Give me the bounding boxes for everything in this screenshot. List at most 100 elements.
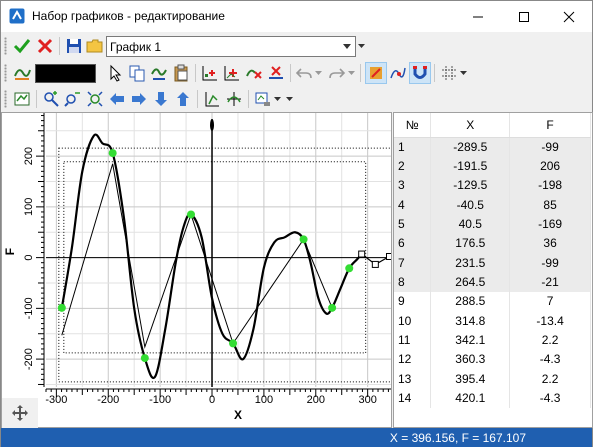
- table-row[interactable]: 14 420.1 -4.3: [394, 388, 591, 408]
- magnet-toggle-button[interactable]: [409, 62, 431, 84]
- toolbar-grip[interactable]: [4, 37, 7, 55]
- table-cell[interactable]: 4: [394, 195, 432, 215]
- pan-up-button[interactable]: [172, 88, 194, 110]
- cut-button[interactable]: [148, 62, 170, 84]
- table-cell[interactable]: 264.5: [430, 272, 511, 292]
- table-cell[interactable]: 12: [394, 349, 432, 370]
- table-cell[interactable]: 395.4: [430, 369, 511, 389]
- zoom-window-button[interactable]: [84, 88, 106, 110]
- table-cell[interactable]: 314.8: [430, 311, 511, 331]
- grid-settings-button[interactable]: [438, 62, 460, 84]
- save-button[interactable]: [63, 35, 85, 57]
- pan-down-button[interactable]: [150, 88, 172, 110]
- table-cell[interactable]: 85: [509, 195, 591, 215]
- view-settings-button[interactable]: [252, 88, 274, 110]
- paste-button[interactable]: [170, 62, 192, 84]
- open-button[interactable]: [84, 35, 106, 57]
- undo-dropdown-icon[interactable]: [315, 71, 322, 76]
- table-cell[interactable]: -21: [509, 272, 591, 292]
- table-cell[interactable]: -4.3: [509, 388, 591, 408]
- table-row[interactable]: 13 395.4 2.2: [394, 369, 591, 389]
- table-row[interactable]: 9 288.5 7: [394, 291, 591, 312]
- table-cell[interactable]: 342.1: [430, 330, 511, 350]
- table-cell[interactable]: 11: [394, 330, 432, 350]
- table-row[interactable]: 1 -289.5 -99: [394, 137, 591, 157]
- table-cell[interactable]: 13: [394, 369, 432, 389]
- table-row[interactable]: 4 -40.5 85: [394, 195, 591, 215]
- chart-panel[interactable]: 200 100 0 -100 -200 F -300 -200 -100 0 100 200 300 X: [1, 112, 434, 428]
- table-cell[interactable]: -289.5: [430, 137, 511, 157]
- table-row[interactable]: 5 40.5 -169: [394, 214, 591, 234]
- toolbar-overflow-icon[interactable]: [358, 44, 365, 49]
- table-cell[interactable]: 2.2: [509, 330, 591, 350]
- table-row[interactable]: 11 342.1 2.2: [394, 330, 591, 350]
- table-cell[interactable]: -169: [509, 214, 591, 234]
- table-cell[interactable]: 9: [394, 291, 432, 312]
- table-cell[interactable]: -4.3: [509, 349, 591, 370]
- minimize-button[interactable]: [455, 1, 501, 32]
- table-cell[interactable]: 2: [394, 156, 432, 176]
- table-cell[interactable]: 1: [394, 137, 432, 157]
- table-row[interactable]: 3 -129.5 -198: [394, 175, 591, 196]
- table-cell[interactable]: 2.2: [509, 369, 591, 389]
- table-cell[interactable]: -191.5: [430, 156, 511, 176]
- column-header[interactable]: X: [430, 113, 511, 138]
- zoom-in-button[interactable]: [40, 88, 62, 110]
- smoothing-button[interactable]: [387, 62, 409, 84]
- grid-dropdown-icon[interactable]: [460, 71, 467, 76]
- redo-dropdown-icon[interactable]: [348, 71, 355, 76]
- line-style-button[interactable]: [11, 62, 33, 84]
- table-cell[interactable]: 8: [394, 272, 432, 292]
- table-cell[interactable]: -99: [509, 137, 591, 157]
- table-row[interactable]: 10 314.8 -13.4: [394, 311, 591, 331]
- insert-point-button[interactable]: [221, 62, 243, 84]
- toolbar-overflow-icon[interactable]: [286, 97, 293, 102]
- zoom-out-button[interactable]: [62, 88, 84, 110]
- table-cell[interactable]: 288.5: [430, 291, 511, 312]
- maximize-button[interactable]: [501, 1, 547, 32]
- table-cell[interactable]: 231.5: [430, 253, 511, 273]
- snap-toggle-button[interactable]: [365, 62, 387, 84]
- add-point-button[interactable]: [199, 62, 221, 84]
- table-cell[interactable]: 10: [394, 311, 432, 331]
- table-cell[interactable]: -198: [509, 175, 591, 196]
- table-row[interactable]: 6 176.5 36: [394, 233, 591, 254]
- toolbar-grip[interactable]: [4, 90, 7, 108]
- table-cell[interactable]: 360.3: [430, 349, 511, 370]
- table-row[interactable]: 8 264.5 -21: [394, 272, 591, 292]
- line-color-swatch[interactable]: [35, 64, 96, 83]
- redo-button[interactable]: [326, 62, 348, 84]
- table-cell[interactable]: -99: [509, 253, 591, 273]
- apply-button[interactable]: [11, 35, 33, 57]
- cancel-button[interactable]: [34, 35, 56, 57]
- copy-button[interactable]: [126, 62, 148, 84]
- table-cell[interactable]: -129.5: [430, 175, 511, 196]
- fit-view-button[interactable]: [11, 88, 33, 110]
- table-cell[interactable]: 5: [394, 214, 432, 234]
- table-cell[interactable]: 6: [394, 233, 432, 254]
- table-cell[interactable]: 176.5: [430, 233, 511, 254]
- select-points-button[interactable]: [105, 62, 127, 84]
- delete-point-button[interactable]: [243, 62, 265, 84]
- pan-left-button[interactable]: [106, 88, 128, 110]
- toolbar-grip[interactable]: [4, 64, 7, 82]
- graph-canvas[interactable]: 200 100 0 -100 -200 F -300 -200 -100 0 100 200 300 X: [2, 113, 434, 427]
- table-cell[interactable]: 40.5: [430, 214, 511, 234]
- pan-mode-button[interactable]: [2, 398, 38, 428]
- column-header[interactable]: №: [394, 113, 432, 138]
- table-row[interactable]: 7 231.5 -99: [394, 253, 591, 273]
- table-row[interactable]: 2 -191.5 206: [394, 156, 591, 176]
- table-cell[interactable]: 420.1: [430, 388, 511, 408]
- table-cell[interactable]: -13.4: [509, 311, 591, 331]
- scale-y-button[interactable]: [201, 88, 223, 110]
- close-window-button[interactable]: [546, 1, 592, 32]
- graph-select[interactable]: График 1: [106, 36, 356, 57]
- table-cell[interactable]: 36: [509, 233, 591, 254]
- delete-all-button[interactable]: [265, 62, 287, 84]
- undo-button[interactable]: [293, 62, 315, 84]
- scale-x-button[interactable]: [223, 88, 245, 110]
- column-header[interactable]: F: [509, 113, 591, 138]
- table-cell[interactable]: 14: [394, 388, 432, 408]
- table-cell[interactable]: 3: [394, 175, 432, 196]
- table-cell[interactable]: 206: [509, 156, 591, 176]
